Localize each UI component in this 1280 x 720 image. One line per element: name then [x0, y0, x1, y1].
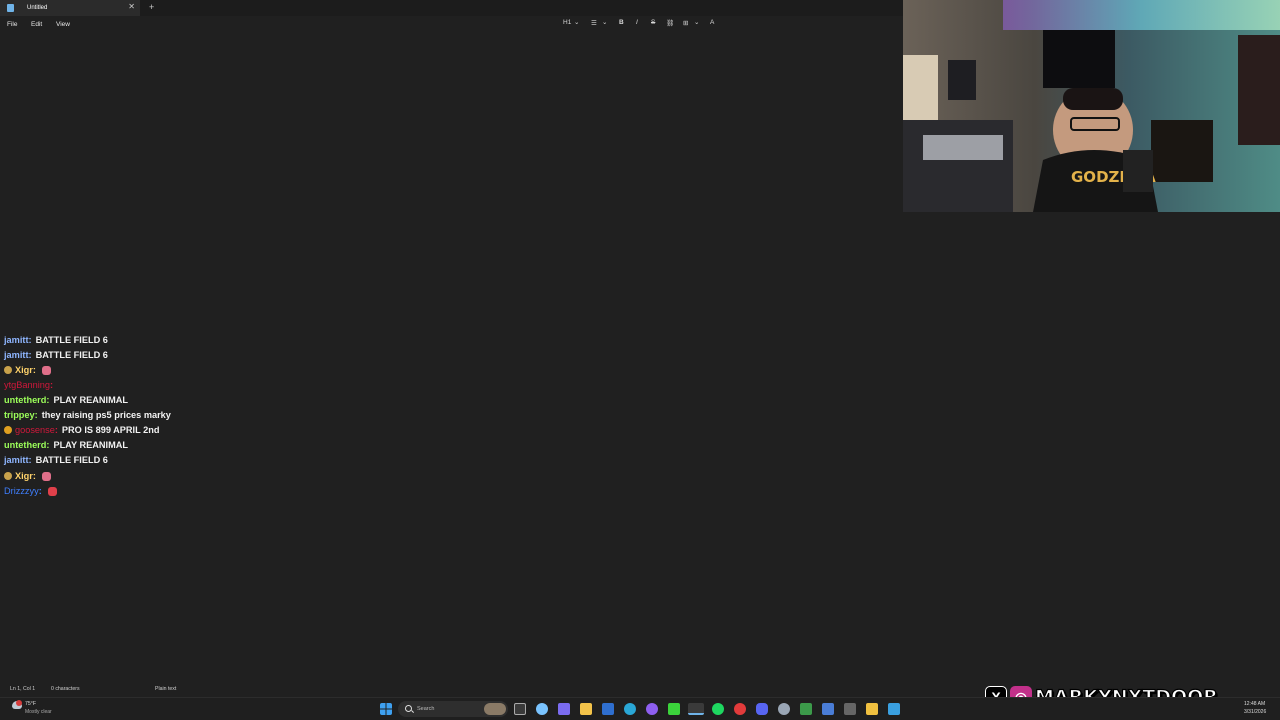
chat-message: untetherd: PLAY REANIMAL — [4, 395, 128, 405]
search-placeholder: Search — [417, 706, 435, 712]
text-format[interactable]: Plain text — [155, 686, 176, 692]
menu-file[interactable]: File — [7, 21, 17, 28]
xbox-icon[interactable] — [668, 703, 680, 715]
chat-username: jamitt — [4, 350, 29, 360]
bold-icon[interactable]: B — [619, 19, 624, 26]
strikethrough-icon[interactable]: S — [651, 19, 655, 26]
chat-text: PRO IS 899 APRIL 2nd — [61, 425, 160, 435]
chat-username: jamitt — [4, 455, 29, 465]
task-view-icon[interactable] — [514, 703, 526, 715]
chat-message: jamitt: BATTLE FIELD 6 — [4, 350, 108, 360]
emote-icon — [41, 471, 51, 481]
webcam-feed: GODZILLA — [903, 0, 1280, 212]
taskbar: 75°F Mostly clear Search 12:48 AM 3/31/2… — [0, 697, 1280, 720]
cursor-position: Ln 1, Col 1 — [10, 686, 36, 692]
teams-icon[interactable] — [558, 703, 570, 715]
edge-icon[interactable] — [624, 703, 636, 715]
notepad-icon — [7, 4, 14, 12]
app-icon-3[interactable] — [888, 703, 900, 715]
obs-icon[interactable] — [734, 703, 746, 715]
terminal-icon[interactable] — [844, 703, 856, 715]
spotify-icon[interactable] — [712, 703, 724, 715]
emote-icon — [47, 486, 57, 496]
clear-formatting-icon[interactable]: A — [710, 19, 714, 26]
chat-text: PLAY REANIMAL — [53, 395, 128, 405]
character-count: 0 characters — [51, 686, 80, 692]
app-icon-2[interactable] — [866, 703, 878, 715]
chat-text: BATTLE FIELD 6 — [35, 455, 108, 465]
chat-message: goosense: PRO IS 899 APRIL 2nd — [4, 423, 159, 437]
chat-username: trippey — [4, 410, 35, 420]
chat-message: jamitt: BATTLE FIELD 6 — [4, 455, 108, 465]
tab-untitled[interactable]: Untitled ✕ — [0, 0, 140, 16]
chat-message: trippey: they raising ps5 prices marky — [4, 410, 171, 420]
list-chevron-down-icon[interactable]: ⌄ — [602, 18, 607, 26]
notification-badge-icon — [16, 700, 22, 706]
pencil-badge-icon — [4, 366, 12, 374]
pencil-badge-icon — [4, 472, 12, 480]
link-icon[interactable]: ⛓ — [666, 19, 674, 27]
settings-icon[interactable] — [778, 703, 790, 715]
chat-text: PLAY REANIMAL — [53, 440, 128, 450]
emote-icon — [41, 365, 51, 375]
italic-icon[interactable]: I — [636, 19, 638, 26]
chat-text: BATTLE FIELD 6 — [35, 335, 108, 345]
menu-view[interactable]: View — [56, 21, 70, 28]
clock-time[interactable]: 12:48 AM — [1244, 701, 1265, 707]
chrome-icon[interactable] — [800, 703, 812, 715]
add-tab-button[interactable]: + — [149, 3, 154, 12]
chat-username: untetherd — [4, 440, 47, 450]
menu-edit[interactable]: Edit — [31, 21, 42, 28]
app-icon[interactable] — [646, 703, 658, 715]
menu-bar: File Edit View — [0, 16, 903, 32]
heading-chevron-down-icon[interactable]: ⌄ — [574, 18, 579, 26]
list-icon[interactable]: ☰ — [591, 19, 597, 27]
chat-username: Drizzzyy — [4, 486, 39, 496]
weather-temperature: 75°F — [25, 701, 37, 707]
start-icon[interactable] — [380, 703, 392, 715]
alert-badge-icon — [4, 426, 12, 434]
chat-message: jamitt: BATTLE FIELD 6 — [4, 335, 108, 345]
chat-message: Xigr: — [4, 469, 51, 483]
clock-date[interactable]: 3/31/2026 — [1244, 709, 1266, 715]
chat-username: Xigr — [15, 365, 33, 375]
title-bar: Untitled ✕ + — [0, 0, 903, 16]
chat-text: BATTLE FIELD 6 — [35, 350, 108, 360]
table-chevron-down-icon[interactable]: ⌄ — [694, 18, 699, 26]
close-tab-icon[interactable]: ✕ — [128, 3, 135, 11]
search-icon — [405, 705, 412, 712]
heading-dropdown[interactable]: H1 — [563, 19, 571, 26]
store-icon[interactable] — [602, 703, 614, 715]
chat-username: Xigr — [15, 471, 33, 481]
chat-username: untetherd — [4, 395, 47, 405]
steam-icon[interactable] — [688, 703, 704, 715]
weather-condition: Mostly clear — [25, 709, 52, 715]
discord-icon[interactable] — [756, 703, 768, 715]
notepad-taskbar-icon[interactable] — [822, 703, 834, 715]
tab-title: Untitled — [27, 5, 48, 11]
chat-message: untetherd: PLAY REANIMAL — [4, 440, 128, 450]
file-explorer-icon[interactable] — [580, 703, 592, 715]
chat-message: Xigr: — [4, 363, 51, 377]
chat-text: they raising ps5 prices marky — [41, 410, 171, 420]
search-highlight-icon[interactable] — [484, 703, 506, 715]
text-editor[interactable] — [0, 32, 903, 682]
chat-message: Drizzzyy: — [4, 484, 57, 498]
copilot-icon[interactable] — [536, 703, 548, 715]
chat-username: goosense — [15, 425, 55, 435]
chat-username: jamitt — [4, 335, 29, 345]
chat-username: ytgBanning — [4, 380, 50, 390]
chat-message: ytgBanning: — [4, 380, 54, 390]
table-icon[interactable]: ⊞ — [683, 19, 688, 27]
